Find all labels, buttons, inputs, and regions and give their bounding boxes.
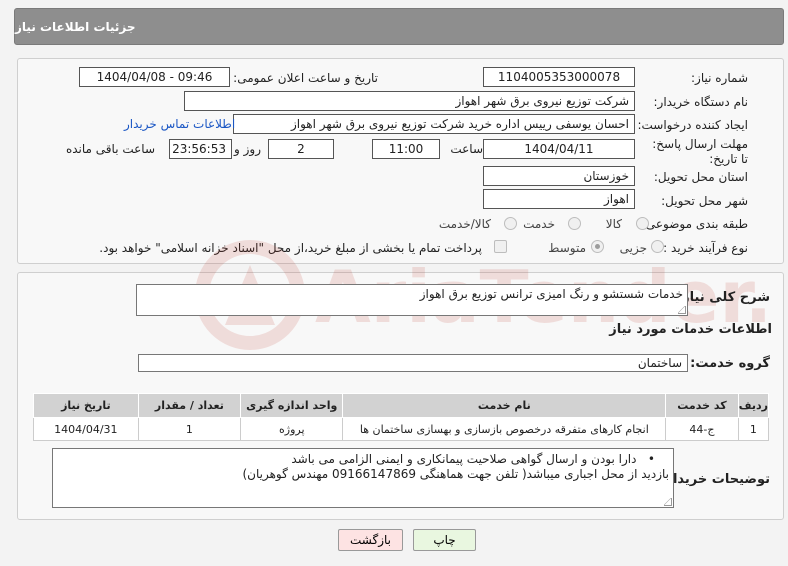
category-radio-goods-service[interactable] — [504, 217, 517, 230]
description-text: خدمات شستشو و رنگ امیزی ترانس توزیع برق … — [419, 287, 683, 301]
col-row-number: ردیف — [737, 393, 770, 418]
treasury-payment-checkbox[interactable] — [494, 240, 507, 253]
cell-quantity: 1 — [137, 417, 242, 441]
need-number-field[interactable]: 1104005353000078 — [483, 67, 635, 87]
cell-row-number: 1 — [737, 417, 770, 441]
buyer-contact-link[interactable]: اطلاعات تماس خریدار — [124, 117, 235, 131]
remaining-label: ساعت باقی مانده — [65, 142, 155, 156]
category-option-goods-service: کالا/خدمت — [438, 217, 491, 231]
cell-unit: پروژه — [240, 417, 344, 441]
bullet-icon: • — [636, 452, 655, 466]
buyer-notes-line2: بازدید از محل اجباری میباشد( تلفن جهت هم… — [242, 467, 669, 481]
announce-datetime-field[interactable]: 1404/04/08 - 09:46 — [79, 67, 230, 87]
treasury-payment-note: پرداخت تمام یا بخشی از مبلغ خرید،از محل … — [99, 241, 482, 255]
buyer-notes-item: • دارا بودن و ارسال گواهی صلاحیت پیمانکا… — [57, 452, 669, 467]
service-group-label: گروه خدمت: — [690, 356, 770, 371]
city-label: شهر محل تحویل: — [661, 194, 748, 208]
process-label: نوع فرآیند خرید : — [663, 241, 748, 255]
announce-label: تاریخ و ساعت اعلان عمومی: — [233, 71, 378, 85]
category-radio-service[interactable] — [568, 217, 581, 230]
services-table-header: ردیف کد خدمت نام خدمت واحد اندازه گیری ت… — [33, 393, 770, 418]
category-radio-goods[interactable] — [636, 217, 649, 230]
resize-handle[interactable] — [678, 306, 686, 314]
process-radio-minor[interactable] — [651, 240, 664, 253]
need-number-label: شماره نیاز: — [691, 71, 748, 85]
deadline-time-label: ساعت — [450, 142, 483, 156]
deadline-time-field[interactable]: 11:00 — [372, 139, 440, 159]
process-option-minor: جزیی — [619, 241, 647, 255]
cell-need-date: 1404/04/31 — [33, 417, 139, 441]
col-unit: واحد اندازه گیری — [240, 393, 344, 418]
service-group-field[interactable]: ساختمان — [138, 354, 688, 372]
col-quantity: تعداد / مقدار — [137, 393, 242, 418]
deadline-label: مهلت ارسال پاسخ: تا تاریخ: — [652, 137, 748, 166]
process-radio-medium[interactable] — [591, 240, 604, 253]
remaining-days-field[interactable]: 2 — [268, 139, 334, 159]
buyer-org-label: نام دستگاه خریدار: — [653, 95, 749, 109]
province-label: استان محل تحویل: — [653, 170, 748, 184]
process-option-medium: متوسط — [548, 241, 586, 255]
buyer-notes-line1: دارا بودن و ارسال گواهی صلاحیت پیمانکاری… — [291, 452, 637, 466]
cell-service-code: ج-44 — [665, 417, 739, 441]
cell-service-name: انجام کارهای متفرقه درخصوص بازسازی و بهس… — [342, 417, 667, 441]
back-button[interactable]: بازگشت — [338, 529, 403, 551]
services-heading: اطلاعات خدمات مورد نیاز — [609, 322, 772, 337]
buyer-notes-textarea[interactable]: • دارا بودن و ارسال گواهی صلاحیت پیمانکا… — [52, 448, 674, 508]
col-service-name: نام خدمت — [342, 393, 667, 418]
col-need-date: تاریخ نیاز — [33, 393, 139, 418]
days-label: روز و — [234, 142, 261, 156]
resize-handle[interactable] — [664, 498, 672, 506]
category-option-goods: کالا — [605, 217, 622, 231]
category-option-service: خدمت — [523, 217, 555, 231]
page-header: جزئیات اطلاعات نیاز — [14, 8, 784, 45]
description-label: شرح کلی نیاز: — [676, 290, 770, 305]
requester-label: ایجاد کننده درخواست: — [637, 118, 748, 132]
province-field[interactable]: خوزستان — [483, 166, 635, 186]
buyer-org-field[interactable]: شرکت توزیع نیروی برق شهر اهواز — [184, 91, 635, 111]
buyer-notes-label: توضیحات خریدار: — [660, 472, 770, 487]
remaining-time-field[interactable]: 23:56:53 — [169, 139, 232, 159]
city-field[interactable]: اهواز — [483, 189, 635, 209]
services-table: ردیف کد خدمت نام خدمت واحد اندازه گیری ت… — [33, 393, 770, 441]
deadline-date-field[interactable]: 1404/04/11 — [483, 139, 635, 159]
table-row: 1 ج-44 انجام کارهای متفرقه درخصوص بازساز… — [33, 417, 770, 441]
col-service-code: کد خدمت — [665, 393, 739, 418]
requester-field[interactable]: احسان یوسفی رییس اداره خرید شرکت توزیع ن… — [233, 114, 635, 134]
page-title: جزئیات اطلاعات نیاز — [15, 19, 136, 34]
description-textarea[interactable]: خدمات شستشو و رنگ امیزی ترانس توزیع برق … — [136, 284, 688, 316]
print-button[interactable]: چاپ — [413, 529, 476, 551]
category-label: طبقه بندی موضوعی: — [641, 217, 748, 231]
